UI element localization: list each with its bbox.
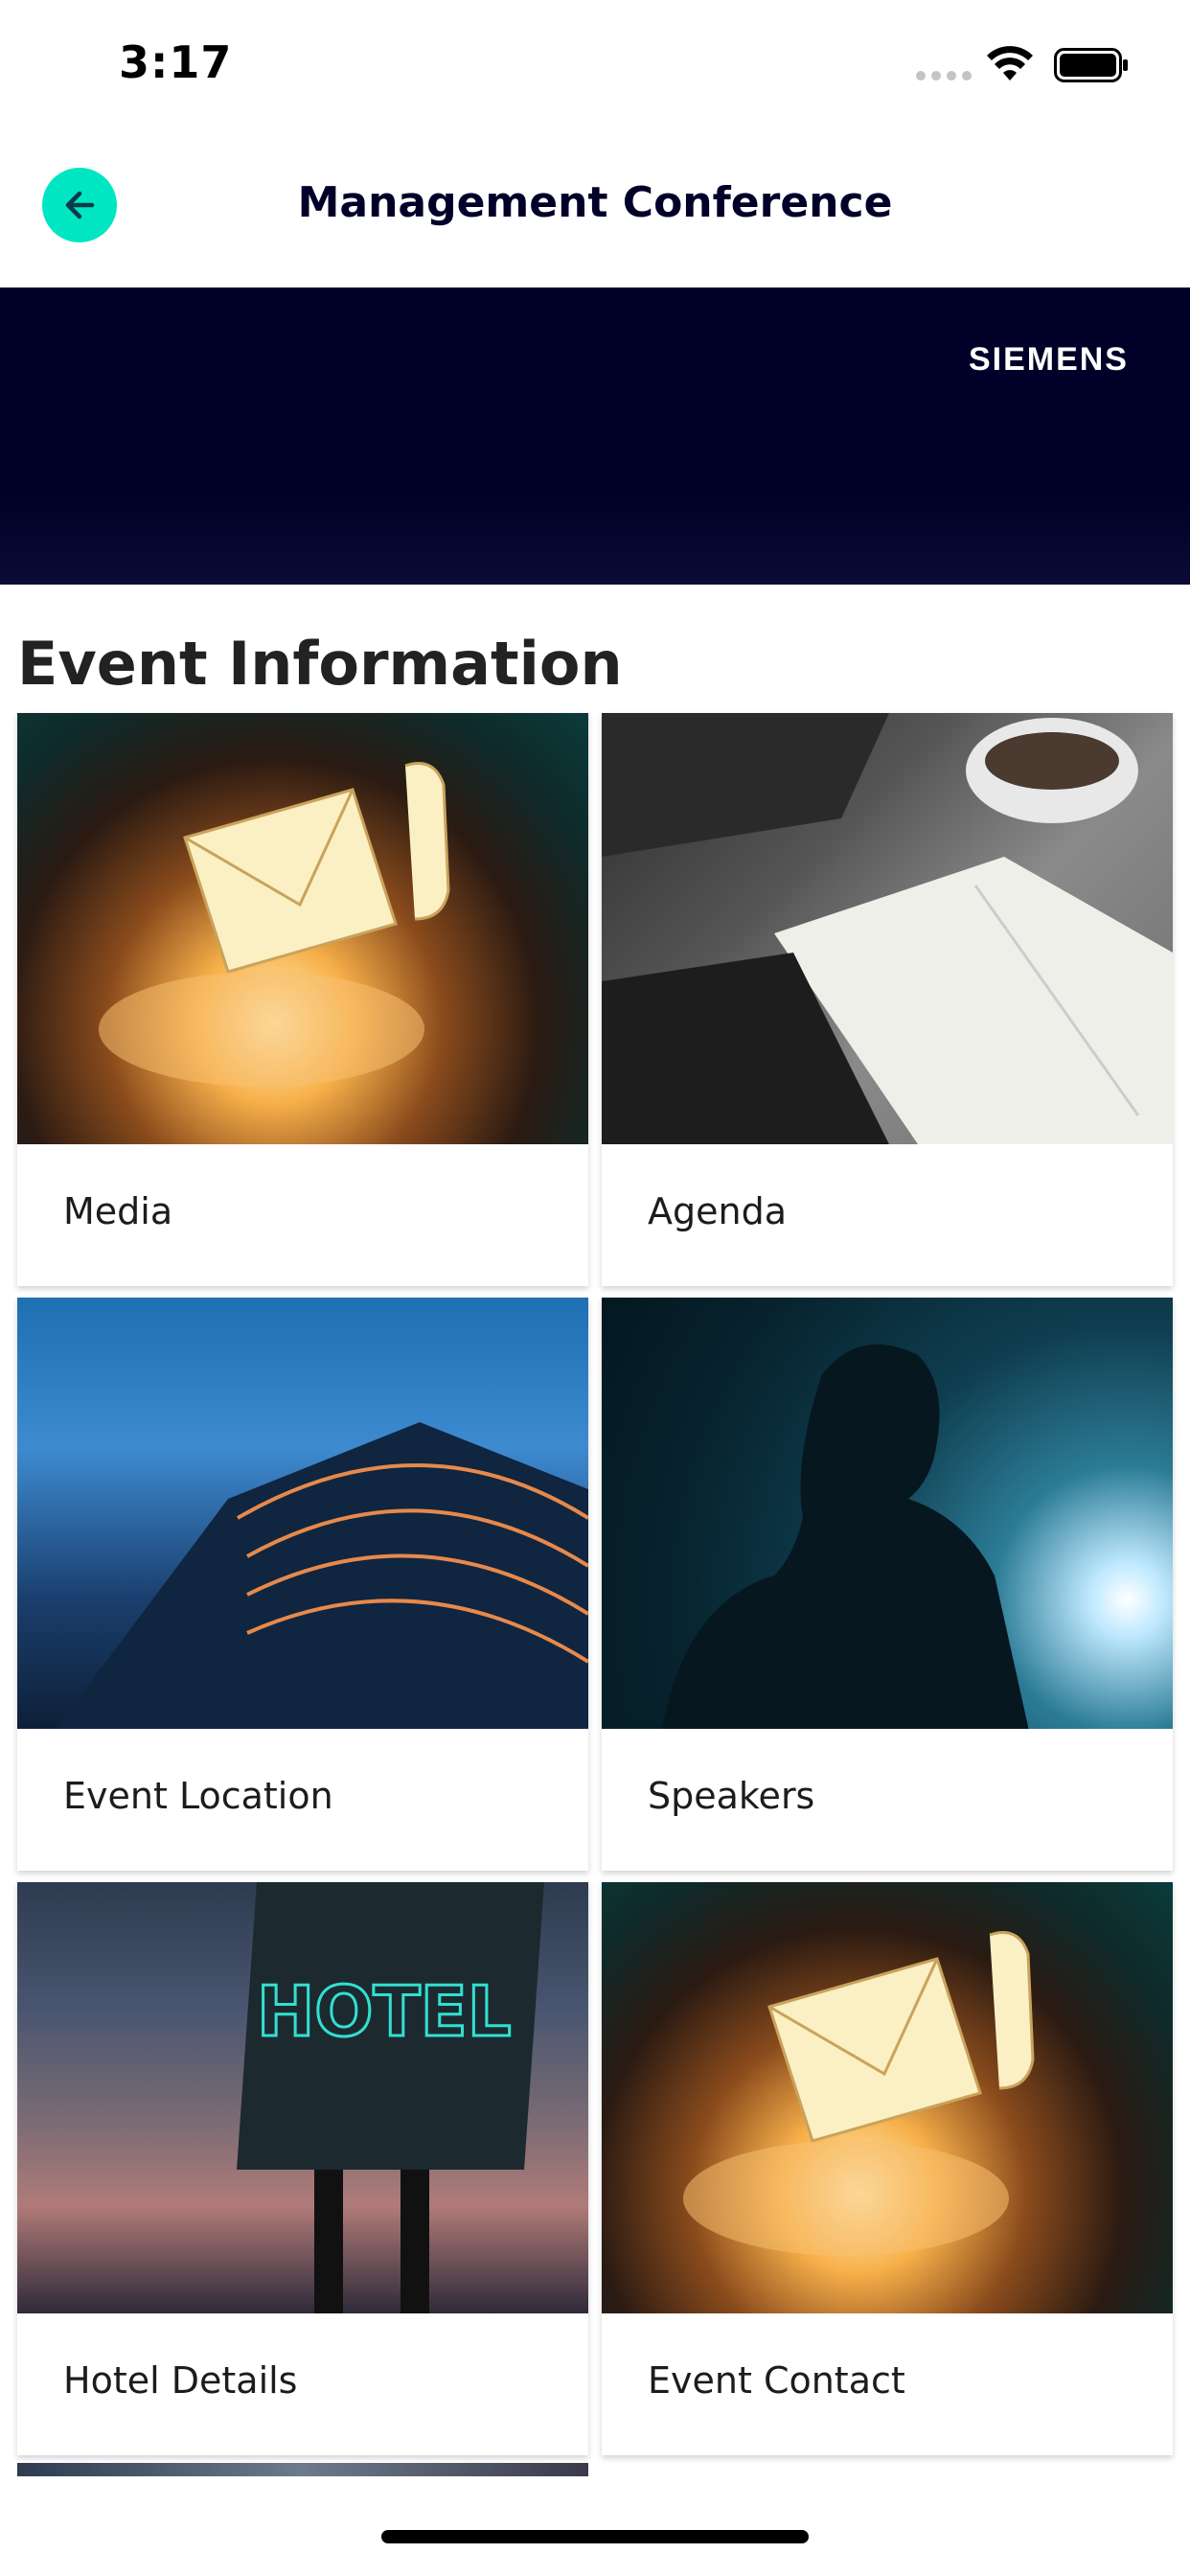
tile-event-location[interactable]: Event Location — [17, 1298, 588, 1871]
building-icon — [56, 1422, 588, 1729]
envelope-phone-hands-image — [17, 713, 588, 1144]
tile-label: Agenda — [648, 1190, 787, 1232]
status-bar: 3:17 — [0, 0, 1190, 134]
svg-text:HOTEL: HOTEL — [257, 1971, 512, 2052]
tile-label: Speakers — [648, 1775, 815, 1817]
section-title: Event Information — [17, 629, 623, 699]
tile-label: Event Contact — [648, 2359, 905, 2402]
status-time: 3:17 — [119, 36, 233, 88]
conference-building-image — [17, 1298, 588, 1729]
notebook-coffee-image — [602, 713, 1173, 1144]
silhouette-speaker-image — [602, 1298, 1173, 1729]
tile-event-contact[interactable]: Event Contact — [602, 1882, 1173, 2455]
brand-banner: SIEMENS — [0, 288, 1190, 585]
tile-label: Media — [63, 1190, 173, 1232]
hotel-sign-icon: HOTEL — [237, 1882, 544, 2313]
tile-agenda[interactable]: Agenda — [602, 713, 1173, 1286]
envelope-icon — [99, 762, 450, 1087]
navigation-bar: Management Conference — [0, 144, 1190, 288]
next-tile-peek[interactable] — [17, 2463, 588, 2476]
cellular-signal-icon — [916, 71, 972, 80]
battery-icon — [1054, 48, 1128, 82]
brand-logo: SIEMENS — [968, 341, 1129, 378]
envelope-phone-hands-image — [602, 1882, 1173, 2313]
envelope-icon — [683, 1931, 1035, 2256]
page-title: Management Conference — [297, 178, 893, 227]
notebook-icon — [602, 713, 1173, 1144]
wifi-icon — [987, 46, 1033, 80]
tile-label: Hotel Details — [63, 2359, 298, 2402]
home-indicator[interactable] — [381, 2530, 809, 2543]
hotel-sign-image: HOTEL — [17, 1882, 588, 2313]
tile-media[interactable]: Media — [17, 713, 588, 1286]
tile-speakers[interactable]: Speakers — [602, 1298, 1173, 1871]
person-silhouette-icon — [662, 1344, 1029, 1729]
tile-hotel-details[interactable]: HOTEL Hotel Details — [17, 1882, 588, 2455]
tile-label: Event Location — [63, 1775, 333, 1817]
